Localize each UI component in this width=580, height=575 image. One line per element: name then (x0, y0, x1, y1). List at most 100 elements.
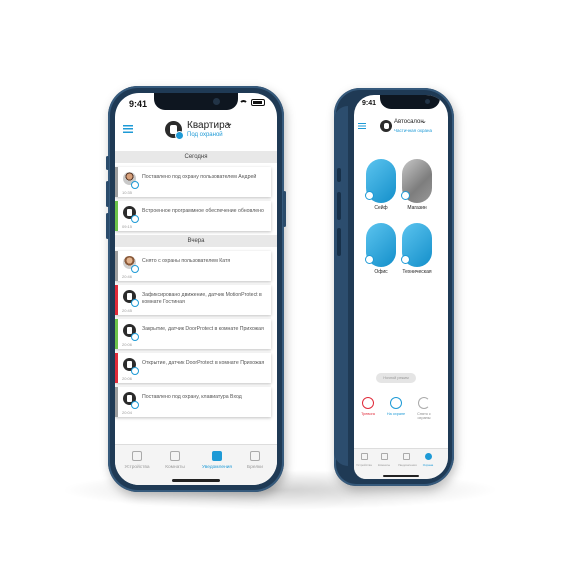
tab-rooms[interactable]: Комнаты (157, 451, 193, 470)
menu-icon[interactable] (358, 123, 366, 129)
notification-item[interactable]: Зафиксировано движение, датчик MotionPro… (115, 285, 271, 315)
arm-button[interactable]: На охране (384, 397, 408, 416)
chevron-down-icon[interactable]: ⌄ (225, 118, 233, 129)
notification-text: Поставлено под охрану, клавиатура Вход (142, 394, 242, 400)
volume-up-button (337, 192, 341, 220)
notification-time: 20:45 (122, 308, 133, 313)
tab-control[interactable]: Охрана (420, 453, 436, 467)
room-status-icon (365, 255, 374, 264)
hub-badge-icon (131, 333, 139, 341)
room-card[interactable] (401, 223, 432, 267)
hub-badge-icon (131, 367, 139, 375)
space-title[interactable]: Автосалон (394, 119, 424, 125)
screen-notifications: 9:41 Квартира ⌄ Под охраной Сегодня Поста… (115, 93, 277, 485)
mode-label: Тревога (361, 412, 375, 416)
room-status-icon (365, 191, 374, 200)
tab-notifications[interactable]: Уведомления (398, 453, 417, 467)
room-status-icon (401, 255, 410, 264)
battery-icon (251, 99, 265, 106)
wifi-icon (239, 99, 248, 106)
date-separator: Вчера (115, 235, 277, 247)
mode-label: Снято с охраны (417, 412, 431, 420)
notification-item[interactable]: Закрытие, датчик DoorProtect в комнате П… (115, 319, 271, 349)
notification-item[interactable]: Снято с охраны пользователем Катя 20:46 (115, 251, 271, 281)
notification-time: 20:46 (122, 274, 133, 279)
menu-icon[interactable] (123, 125, 133, 133)
notification-text: Закрытие, датчик DoorProtect в комнате П… (142, 326, 264, 332)
tab-devices[interactable]: Устройства (119, 451, 155, 470)
keyfobs-icon (250, 451, 260, 461)
camera-icon (213, 98, 220, 105)
room-label: Сейф (374, 205, 388, 211)
screen-rooms: 9:41 Автосалон ⌄ Частичная охрана Сейф Ма… (354, 95, 448, 479)
disarm-button[interactable]: Снято с охраны (412, 397, 436, 420)
tab-label: Уведомления (202, 465, 232, 470)
hub-badge-icon (131, 181, 139, 189)
notification-time: 10:35 (122, 190, 133, 195)
alarm-icon (362, 397, 374, 409)
power-button (283, 191, 286, 227)
phone-side-edge (334, 106, 348, 466)
room-card[interactable] (401, 159, 432, 203)
devices-icon (360, 453, 368, 460)
security-status: Под охраной (187, 132, 223, 138)
night-mode-button[interactable]: Ночной режим (376, 373, 416, 383)
volume-down-button (106, 213, 109, 239)
tab-rooms[interactable]: Комнаты (376, 453, 392, 467)
tab-keyfobs[interactable]: Брелки (237, 451, 273, 470)
notification-item[interactable]: Встроенное программное обеспечение обнов… (115, 201, 271, 231)
tab-label: Комнаты (377, 463, 391, 467)
room-card[interactable] (365, 223, 396, 267)
room-status-icon (401, 191, 410, 200)
hub-icon[interactable] (380, 120, 392, 132)
app-header: Автосалон ⌄ Частичная охрана (354, 115, 448, 143)
notification-time: 20:06 (122, 376, 133, 381)
tab-label: Комнаты (165, 465, 185, 470)
notch (380, 95, 441, 109)
space-title[interactable]: Квартира (187, 120, 230, 131)
mute-switch (106, 156, 109, 170)
notification-text: Снято с охраны пользователем Катя (142, 258, 231, 264)
phone-front: 9:41 Квартира ⌄ Под охраной Сегодня Поста… (106, 86, 286, 492)
notification-text: Зафиксировано движение, датчик MotionPro… (142, 292, 262, 305)
home-indicator (383, 475, 419, 477)
hub-badge-icon (131, 265, 139, 273)
notification-time: 09:15 (122, 224, 133, 229)
alarm-button[interactable]: Тревога (356, 397, 380, 416)
notification-item[interactable]: Поставлено под охрану, клавиатура Вход 20… (115, 387, 271, 417)
volume-up-button (106, 181, 109, 207)
room-label: Магазин (407, 205, 427, 211)
room-label: Офис (374, 269, 388, 275)
tab-bar: Устройства Комнаты Уведомления Брелки (115, 444, 277, 485)
notch (154, 93, 238, 110)
hub-status-icon (175, 131, 184, 140)
notification-item[interactable]: Поставлено под охрану пользователем Андр… (115, 167, 271, 197)
hub-badge-icon (131, 401, 139, 409)
app-header: Квартира ⌄ Под охраной (115, 115, 277, 147)
devices-icon (132, 451, 142, 461)
rooms-icon (380, 453, 388, 460)
notification-time: 20:04 (122, 410, 133, 415)
tab-bar: Устройства Комнаты Уведомления Охрана (354, 448, 448, 479)
mode-label: На охране (386, 412, 406, 416)
control-icon (424, 453, 432, 460)
tab-devices[interactable]: Устройства (356, 453, 372, 467)
notification-item[interactable]: Открытие, датчик DoorProtect в комнате П… (115, 353, 271, 383)
tab-label: Охрана (422, 463, 434, 467)
tab-label: Устройства (124, 465, 150, 470)
disarmed-icon (418, 397, 430, 409)
rooms-icon (170, 451, 180, 461)
tab-notifications[interactable]: Уведомления (199, 451, 235, 470)
tab-label: Уведомления (398, 463, 417, 467)
room-card[interactable] (365, 159, 396, 203)
tab-label: Брелки (247, 465, 263, 470)
notifications-icon (212, 451, 222, 461)
security-status: Частичная охрана (394, 128, 433, 133)
notification-time: 20:06 (122, 342, 133, 347)
chevron-down-icon[interactable]: ⌄ (421, 117, 427, 125)
notification-text: Встроенное программное обеспечение обнов… (142, 208, 264, 214)
home-indicator (172, 479, 220, 482)
hub-badge-icon (131, 215, 139, 223)
notification-text: Открытие, датчик DoorProtect в комнате П… (142, 360, 265, 366)
notifications-icon (402, 453, 410, 460)
